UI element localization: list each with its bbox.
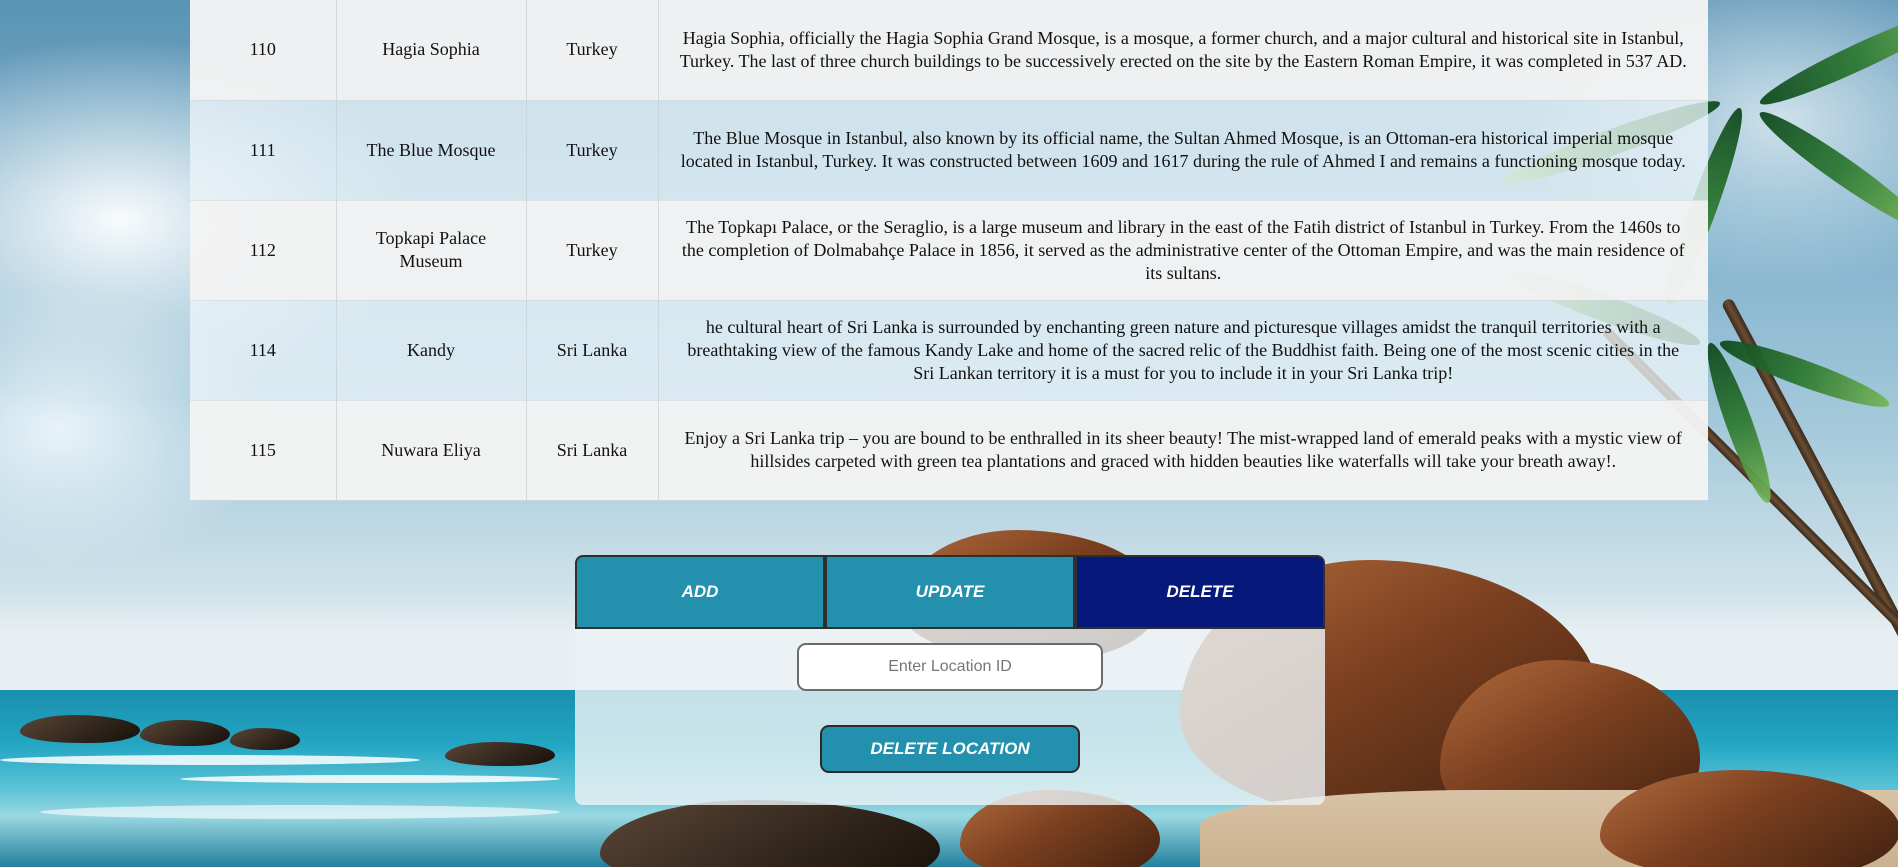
location-country-cell: Turkey [526, 100, 659, 201]
location-country-cell: Sri Lanka [526, 300, 659, 401]
wave [0, 755, 420, 765]
action-row: DELETE LOCATION [575, 725, 1325, 773]
wave [180, 775, 560, 783]
tab-add[interactable]: ADD [575, 555, 825, 629]
location-country-cell: Turkey [526, 0, 659, 101]
location-id-cell: 114 [190, 300, 337, 401]
location-id-cell: 111 [190, 100, 337, 201]
table-row: 115 Nuwara Eliya Sri Lanka Enjoy a Sri L… [190, 400, 1708, 501]
location-name-cell: The Blue Mosque [336, 100, 527, 201]
tab-delete[interactable]: DELETE [1075, 555, 1325, 629]
location-country-cell: Turkey [526, 200, 659, 301]
table-row: 111 The Blue Mosque Turkey The Blue Mosq… [190, 100, 1708, 201]
rock [20, 715, 140, 743]
wave [40, 805, 560, 819]
location-name-cell: Kandy [336, 300, 527, 401]
location-description-cell: The Blue Mosque in Istanbul, also known … [658, 100, 1708, 201]
rock [140, 720, 230, 746]
rock [230, 728, 300, 750]
location-id-cell: 112 [190, 200, 337, 301]
location-description-cell: Hagia Sophia, officially the Hagia Sophi… [658, 0, 1708, 101]
location-name-cell: Topkapi Palace Museum [336, 200, 527, 301]
location-description-cell: The Topkapı Palace, or the Seraglio, is … [658, 200, 1708, 301]
rock [445, 742, 555, 766]
location-name-cell: Hagia Sophia [336, 0, 527, 101]
location-description-cell: Enjoy a Sri Lanka trip – you are bound t… [658, 400, 1708, 501]
form-tabs: ADD UPDATE DELETE [575, 555, 1325, 629]
location-id-cell: 115 [190, 400, 337, 501]
table-row: 110 Hagia Sophia Turkey Hagia Sophia, of… [190, 0, 1708, 101]
locations-table: 110 Hagia Sophia Turkey Hagia Sophia, of… [190, 0, 1708, 501]
location-description-cell: he cultural heart of Sri Lanka is surrou… [658, 300, 1708, 401]
location-id-cell: 110 [190, 0, 337, 101]
location-name-cell: Nuwara Eliya [336, 400, 527, 501]
locations-table-container: 110 Hagia Sophia Turkey Hagia Sophia, of… [190, 0, 1708, 501]
table-row: 112 Topkapi Palace Museum Turkey The Top… [190, 200, 1708, 301]
location-country-cell: Sri Lanka [526, 400, 659, 501]
delete-location-button[interactable]: DELETE LOCATION [820, 725, 1080, 773]
location-id-row [575, 643, 1325, 691]
location-id-input[interactable] [797, 643, 1103, 691]
tab-update[interactable]: UPDATE [825, 555, 1075, 629]
location-form-panel: ADD UPDATE DELETE DELETE LOCATION [575, 555, 1325, 805]
table-row: 114 Kandy Sri Lanka he cultural heart of… [190, 300, 1708, 401]
